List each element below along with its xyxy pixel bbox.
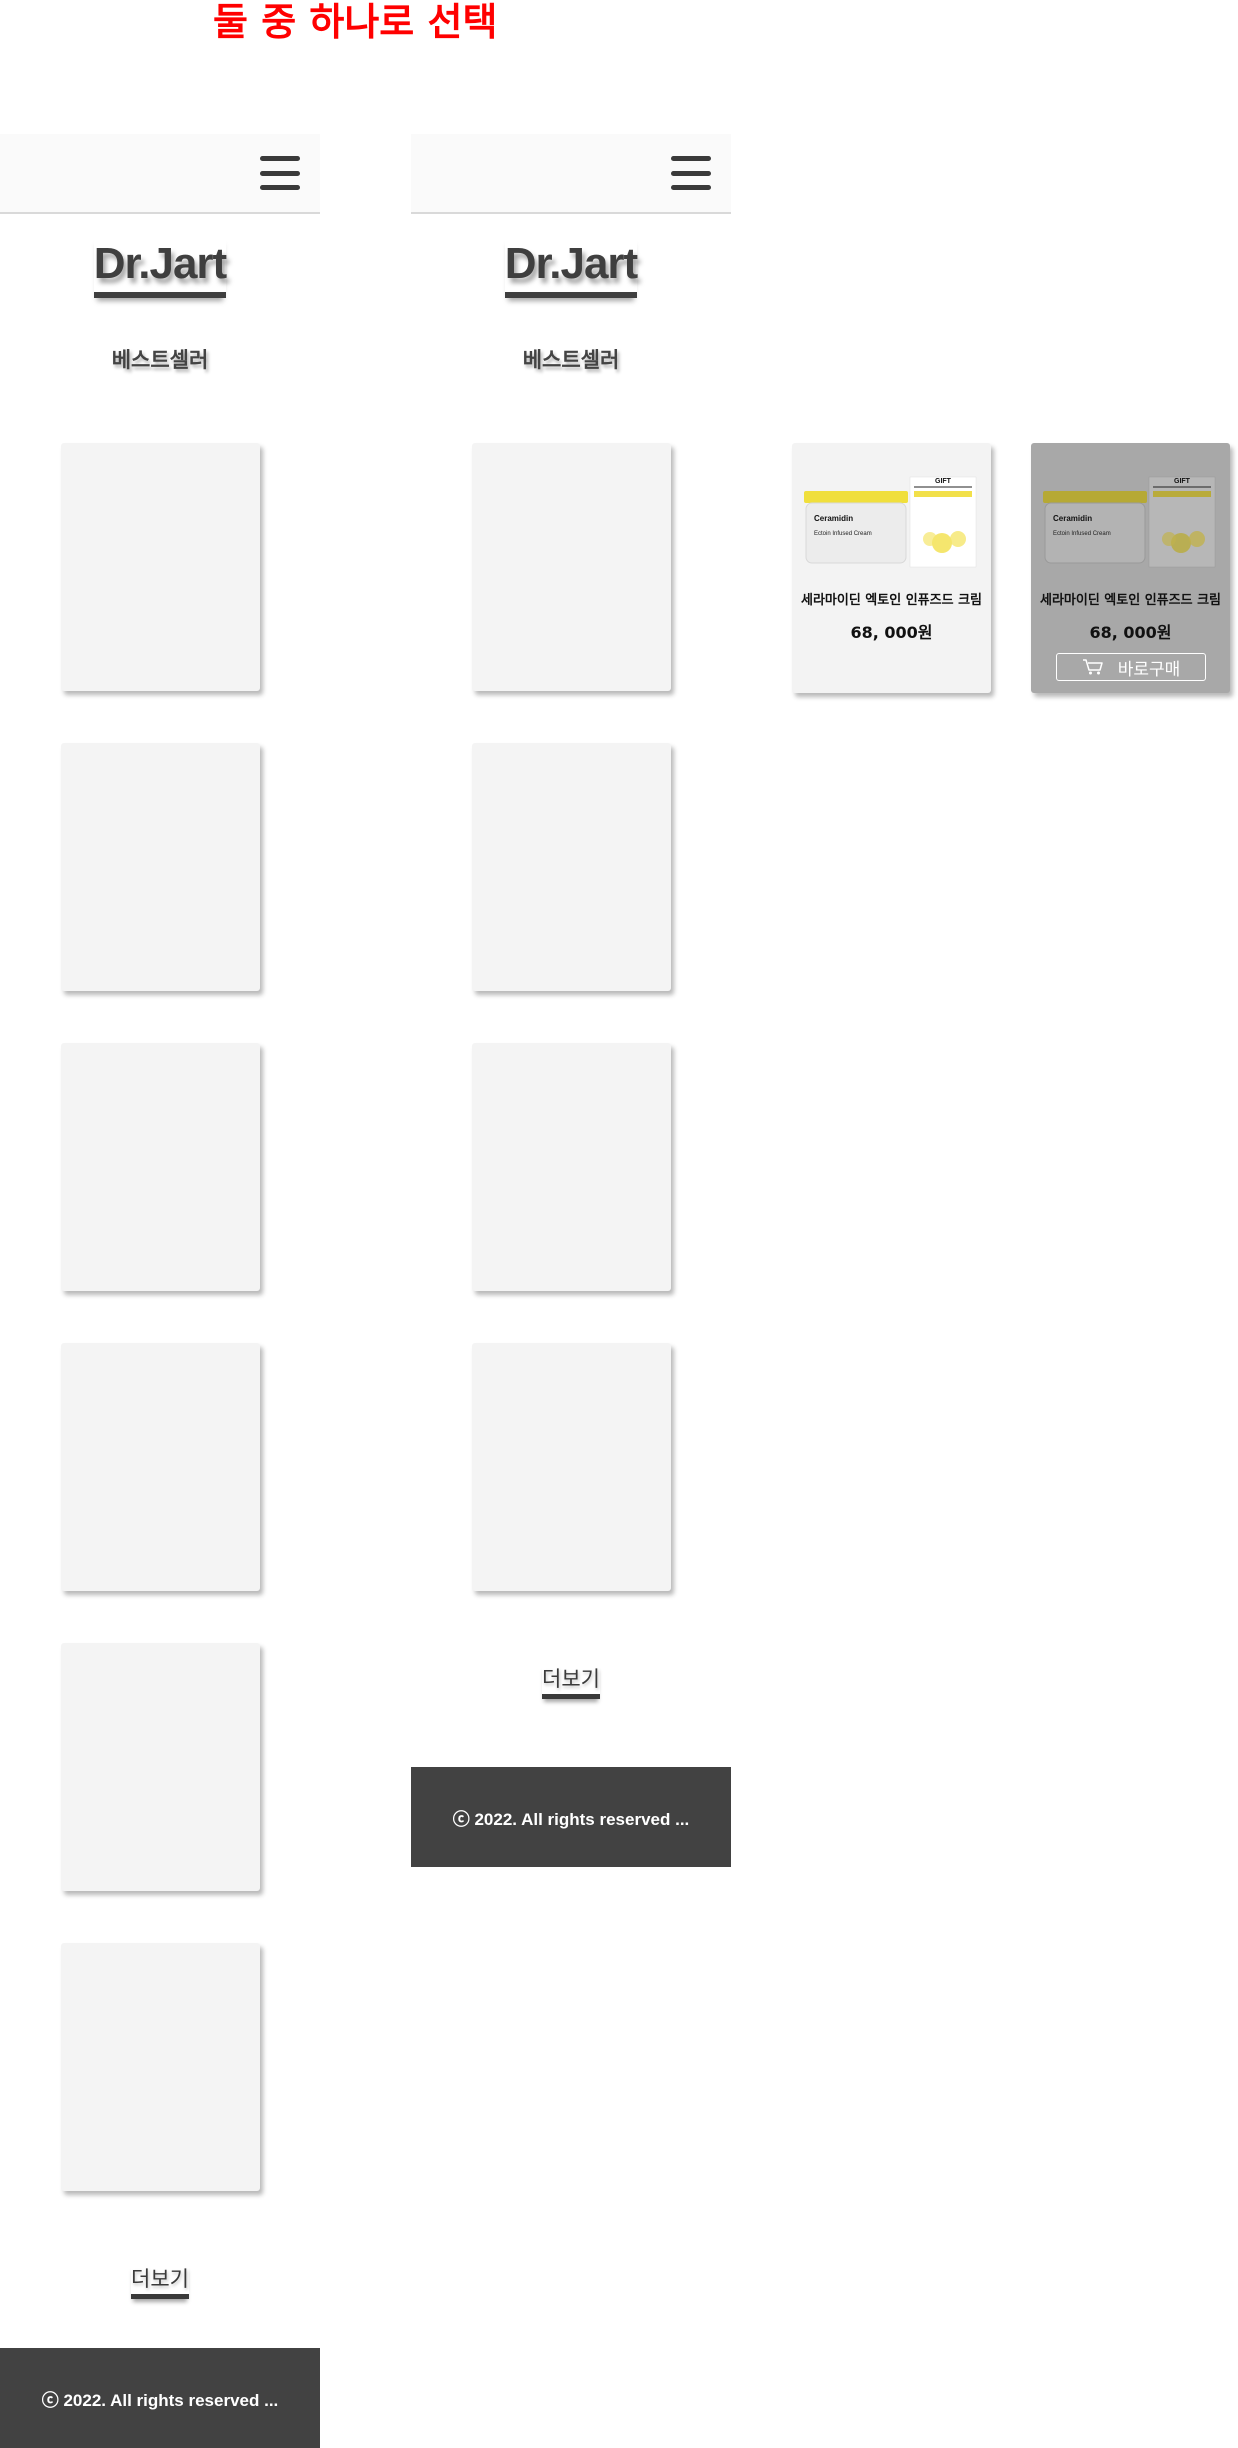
product-price: 68, 000원 (850, 623, 933, 642)
cart-icon (1082, 659, 1103, 675)
footer: ⓒ 2022. All rights reserved ... (0, 2348, 320, 2448)
product-card-placeholder[interactable] (61, 1043, 260, 1291)
product-card-placeholder[interactable] (472, 443, 671, 691)
jar-brand-label: Ceramidin (814, 514, 853, 523)
header-bar (411, 134, 731, 214)
buy-now-label: 바로구매 (1117, 659, 1181, 680)
product-name: 세라마이딘 엑토인 인퓨즈드 크림 (800, 593, 983, 608)
product-name: 세라마이딘 엑토인 인퓨즈드 크림 (1039, 593, 1222, 608)
product-image: GIFT Ceramidin Ectoin Infused Cream (802, 469, 981, 579)
product-card-placeholder[interactable] (61, 1343, 260, 1591)
product-card-placeholder[interactable] (472, 743, 671, 991)
buy-now-button[interactable]: 바로구매 (1056, 653, 1206, 681)
product-card-placeholder[interactable] (61, 443, 260, 691)
footer-text: ⓒ 2022. All rights reserved ... (41, 2390, 279, 2410)
product-card-placeholder[interactable] (61, 1643, 260, 1891)
product-card-hover[interactable]: GIFT Ceramidin Ectoin Infused Cream 세라마이… (1031, 443, 1230, 693)
mobile-mockup-1: Dr.Jart 베스트셀러 더보기 ⓒ 2022. All rights res… (0, 0, 320, 2448)
product-card-placeholder[interactable] (61, 1943, 260, 2191)
brand-logo[interactable]: Dr.Jart (93, 236, 227, 298)
jar-product-label: Ectoin Infused Cream (814, 531, 872, 537)
product-card-placeholder[interactable] (472, 1043, 671, 1291)
gift-label: GIFT (1174, 478, 1191, 485)
jar-product-label: Ectoin Infused Cream (1053, 531, 1111, 537)
hamburger-menu-icon[interactable] (260, 156, 300, 190)
section-title: 베스트셀러 (111, 348, 209, 372)
section-title: 베스트셀러 (522, 348, 620, 372)
jar-brand-label: Ceramidin (1053, 514, 1092, 523)
footer-text: ⓒ 2022. All rights reserved ... (452, 1809, 690, 1829)
brand-logo[interactable]: Dr.Jart (504, 236, 638, 298)
hamburger-menu-icon[interactable] (671, 156, 711, 190)
product-image: GIFT Ceramidin Ectoin Infused Cream (1041, 469, 1220, 579)
header-bar (0, 134, 320, 214)
product-price: 68, 000원 (1089, 623, 1172, 642)
gift-label: GIFT (935, 478, 952, 485)
product-card-default[interactable]: GIFT Ceramidin Ectoin Infused Cream 세라마이… (792, 443, 991, 693)
footer: ⓒ 2022. All rights reserved ... (411, 1767, 731, 1867)
mobile-mockup-2: Dr.Jart 베스트셀러 더보기 ⓒ 2022. All rights res… (411, 0, 731, 2448)
product-card-placeholder[interactable] (472, 1343, 671, 1591)
more-button[interactable]: 더보기 (411, 1664, 731, 1699)
product-card-placeholder[interactable] (61, 743, 260, 991)
more-button[interactable]: 더보기 (0, 2264, 320, 2299)
